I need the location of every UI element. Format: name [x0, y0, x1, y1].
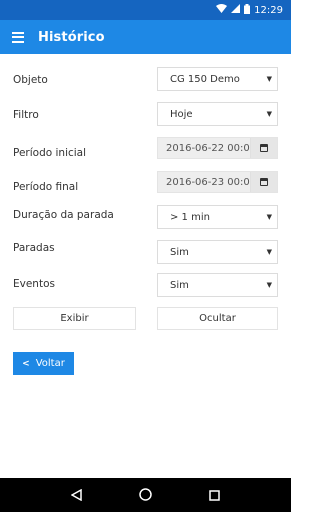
eventos-label: Eventos	[13, 278, 55, 290]
eventos-select[interactable]: Sim ▼	[157, 273, 278, 297]
row-paradas: Paradas Sim ▼	[0, 240, 291, 266]
device-screen: 12:29 Histórico Objeto CG 150 Demo ▼ Fil…	[0, 0, 291, 512]
duracao-value: > 1 min	[170, 211, 210, 223]
battery-icon	[244, 3, 251, 17]
row-periodo-inicial: Período inicial 2016-06-22 00:00	[0, 137, 291, 163]
menu-icon[interactable]	[12, 31, 24, 43]
caret-down-icon: ▼	[266, 110, 272, 118]
periodo-inicial-value: 2016-06-22 00:00	[166, 142, 250, 154]
row-periodo-final: Período final 2016-06-23 00:00	[0, 171, 291, 197]
filtro-value: Hoje	[170, 108, 193, 120]
nav-recents-icon[interactable]	[209, 486, 221, 505]
row-filtro: Filtro Hoje ▼	[0, 102, 291, 128]
periodo-inicial-input[interactable]: 2016-06-22 00:00	[157, 137, 278, 159]
voltar-label: Voltar	[35, 358, 65, 369]
objeto-value: CG 150 Demo	[170, 73, 240, 85]
nav-home-icon[interactable]	[139, 486, 152, 505]
caret-down-icon: ▼	[266, 213, 272, 221]
objeto-select[interactable]: CG 150 Demo ▼	[157, 67, 278, 91]
periodo-inicial-label: Período inicial	[13, 147, 87, 159]
calendar-icon	[260, 144, 268, 152]
periodo-final-input[interactable]: 2016-06-23 00:00	[157, 171, 278, 193]
eventos-value: Sim	[170, 279, 189, 291]
voltar-button[interactable]: < Voltar	[13, 352, 74, 375]
caret-down-icon: ▼	[266, 281, 272, 289]
caret-down-icon: ▼	[266, 248, 272, 256]
paradas-select[interactable]: Sim ▼	[157, 240, 278, 264]
caret-down-icon: ▼	[266, 75, 272, 83]
periodo-inicial-calendar-button[interactable]	[250, 138, 277, 158]
wifi-icon	[216, 4, 228, 16]
page-title: Histórico	[38, 29, 105, 45]
paradas-label: Paradas	[13, 242, 55, 254]
nav-back-icon[interactable]	[70, 486, 82, 505]
ocultar-button[interactable]: Ocultar	[157, 307, 278, 330]
periodo-final-value: 2016-06-23 00:00	[166, 176, 250, 188]
filtro-select[interactable]: Hoje ▼	[157, 102, 278, 126]
chevron-left-icon: <	[22, 358, 30, 369]
android-nav-bar	[0, 478, 291, 512]
row-objeto: Objeto CG 150 Demo ▼	[0, 67, 291, 93]
exibir-button[interactable]: Exibir	[13, 307, 136, 330]
calendar-icon	[260, 178, 268, 186]
signal-icon	[231, 4, 241, 16]
status-time: 12:29	[254, 4, 283, 16]
row-eventos: Eventos Sim ▼	[0, 273, 291, 299]
status-bar: 12:29	[0, 0, 291, 20]
paradas-value: Sim	[170, 246, 189, 258]
duracao-label: Duração da parada	[13, 209, 114, 221]
filtro-label: Filtro	[13, 109, 39, 121]
row-duracao: Duração da parada > 1 min ▼	[0, 205, 291, 231]
periodo-final-label: Período final	[13, 181, 79, 193]
app-bar: Histórico	[0, 20, 291, 54]
objeto-label: Objeto	[13, 74, 48, 86]
duracao-select[interactable]: > 1 min ▼	[157, 205, 278, 229]
history-form: Objeto CG 150 Demo ▼ Filtro Hoje ▼ Perío…	[0, 54, 291, 478]
periodo-final-calendar-button[interactable]	[250, 172, 277, 192]
